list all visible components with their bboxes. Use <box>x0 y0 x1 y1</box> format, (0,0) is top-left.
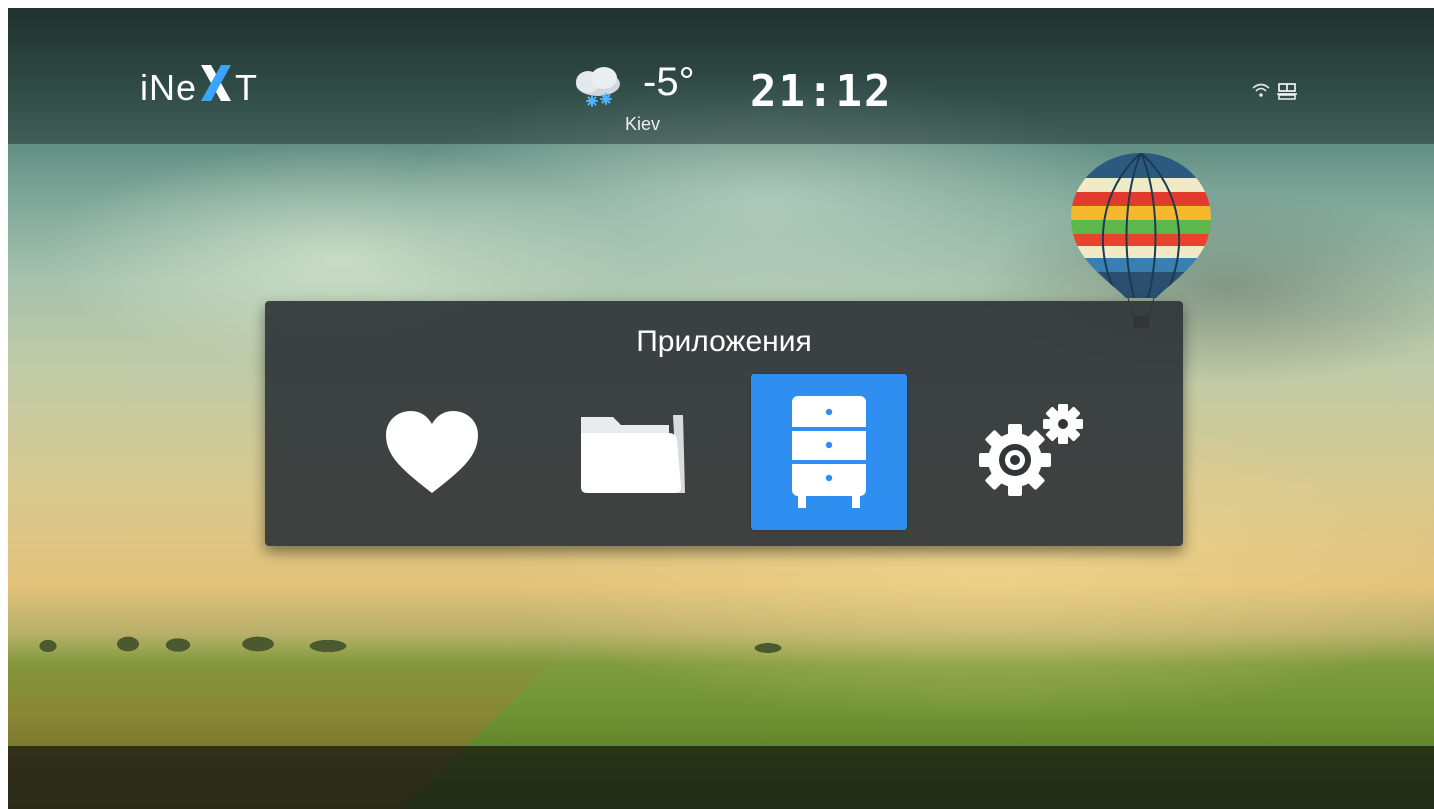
panel-title: Приложения <box>636 325 812 358</box>
clock: 21:12 <box>750 66 893 117</box>
home-screen: iNe T -5° Kiev 21:12 Приложения <box>8 8 1434 809</box>
app-cabinet-tile[interactable] <box>751 374 907 530</box>
favorites-tile[interactable] <box>354 374 510 530</box>
drawer-icon <box>792 396 866 508</box>
treeline <box>8 632 1434 654</box>
temperature: -5° <box>643 60 695 104</box>
wifi-icon <box>1251 82 1271 98</box>
bottom-bar <box>8 746 1434 809</box>
logo-x-icon <box>199 63 233 112</box>
apps-panel: Приложения <box>265 301 1183 546</box>
settings-tile[interactable] <box>955 374 1111 530</box>
snow-cloud-icon <box>568 64 628 110</box>
heart-icon <box>386 411 478 493</box>
weather-city: Kiev <box>625 114 661 134</box>
folder-icon <box>581 415 685 493</box>
files-tile[interactable] <box>555 374 711 530</box>
top-status-bar: iNe T -5° Kiev 21:12 <box>8 8 1434 144</box>
app-logo: iNe T <box>140 63 258 112</box>
gears-icon <box>979 404 1083 496</box>
network-icon <box>1276 82 1298 100</box>
